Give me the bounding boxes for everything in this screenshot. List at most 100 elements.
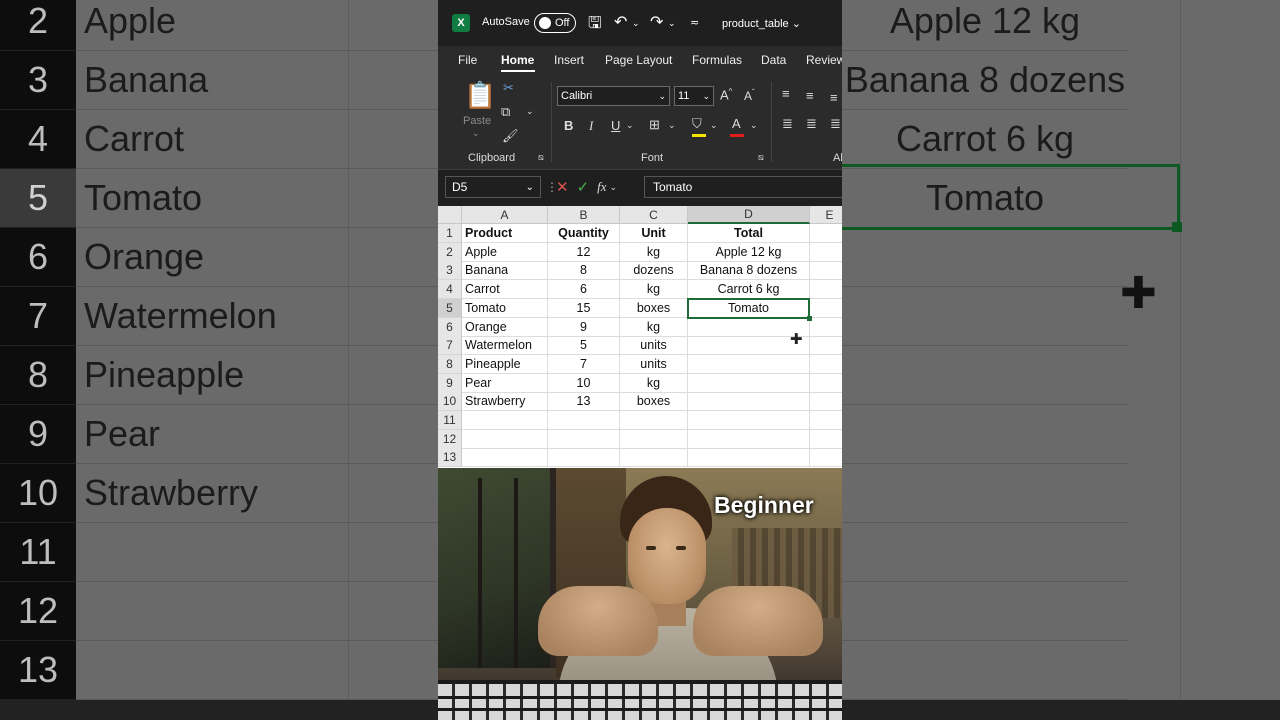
cell-d2[interactable]: Apple 12 kg <box>688 243 810 262</box>
borders-icon[interactable]: ⊞ <box>649 117 660 133</box>
cell-c8[interactable]: units <box>620 355 688 374</box>
cell-c6[interactable]: kg <box>620 318 688 337</box>
cell-a11[interactable] <box>462 411 548 430</box>
cell-b4[interactable]: 6 <box>548 280 620 299</box>
select-all-corner[interactable] <box>438 206 462 224</box>
tab-review[interactable]: Review <box>806 53 842 67</box>
column-header-b[interactable]: B <box>548 206 620 224</box>
row-header-9[interactable]: 9 <box>438 374 462 393</box>
cell-c2[interactable]: kg <box>620 243 688 262</box>
row-header-12[interactable]: 12 <box>438 430 462 449</box>
cell-b8[interactable]: 7 <box>548 355 620 374</box>
cell-b6[interactable]: 9 <box>548 318 620 337</box>
column-header-d[interactable]: D <box>688 206 810 224</box>
fill-handle[interactable] <box>807 316 812 321</box>
cell-d9[interactable] <box>688 374 810 393</box>
cell-c9[interactable]: kg <box>620 374 688 393</box>
row-header-8[interactable]: 8 <box>438 355 462 374</box>
bold-button[interactable]: B <box>564 118 573 133</box>
row-header-5[interactable]: 5 <box>438 299 462 318</box>
copy-icon[interactable]: ⧉ <box>501 104 510 120</box>
cell-a13[interactable] <box>462 448 548 467</box>
cell-e9[interactable] <box>810 374 842 393</box>
align-right-icon[interactable]: ≣ <box>830 116 841 132</box>
cell-a2[interactable]: Apple <box>462 243 548 262</box>
tab-page-layout[interactable]: Page Layout <box>605 53 672 67</box>
cell-d10[interactable] <box>688 392 810 411</box>
formula-input[interactable]: Tomato <box>644 176 842 198</box>
cell-b12[interactable] <box>548 430 620 449</box>
tab-insert[interactable]: Insert <box>554 53 584 67</box>
cell-d4[interactable]: Carrot 6 kg <box>688 280 810 299</box>
row-header-13[interactable]: 13 <box>438 448 462 467</box>
format-painter-icon[interactable]: 🖌 <box>502 128 519 144</box>
cell-b7[interactable]: 5 <box>548 336 620 355</box>
cell-e8[interactable] <box>810 355 842 374</box>
cell-a7[interactable]: Watermelon <box>462 336 548 355</box>
decrease-font-size-icon[interactable]: Aˇ <box>744 88 755 103</box>
italic-button[interactable]: I <box>589 118 593 134</box>
cell-b2[interactable]: 12 <box>548 243 620 262</box>
column-header-c[interactable]: C <box>620 206 688 224</box>
save-icon[interactable]: 🖫 <box>588 12 602 39</box>
cell-e6[interactable] <box>810 318 842 337</box>
undo-icon[interactable]: ↶ <box>614 12 627 32</box>
fill-color-dropdown-icon[interactable]: ⌄ <box>710 120 718 131</box>
cell-a3[interactable]: Banana <box>462 261 548 280</box>
cell-b9[interactable]: 10 <box>548 374 620 393</box>
cell-d12[interactable] <box>688 430 810 449</box>
cell-b1[interactable]: Quantity <box>548 224 620 243</box>
worksheet-grid[interactable]: A B C D E 1 Product Quantity Unit Total 2 Apple 12 kg… <box>438 206 842 468</box>
align-top-icon[interactable]: ≡ <box>782 86 790 101</box>
cell-c4[interactable]: kg <box>620 280 688 299</box>
cell-d3[interactable]: Banana 8 dozens <box>688 261 810 280</box>
cell-a8[interactable]: Pineapple <box>462 355 548 374</box>
undo-dropdown-icon[interactable]: ⌄ <box>632 18 640 29</box>
align-center-icon[interactable]: ≣ <box>806 116 817 132</box>
font-size-select[interactable]: 11 ⌄ <box>674 86 714 106</box>
row-header-7[interactable]: 7 <box>438 336 462 355</box>
column-header-e[interactable]: E <box>810 206 842 224</box>
cell-a10[interactable]: Strawberry <box>462 392 548 411</box>
tab-home[interactable]: Home <box>501 53 534 67</box>
align-middle-icon[interactable]: ≡ <box>806 88 814 103</box>
font-color-button[interactable]: A <box>732 116 741 131</box>
row-header-11[interactable]: 11 <box>438 411 462 430</box>
tab-formulas[interactable]: Formulas <box>692 53 742 67</box>
cell-d13[interactable] <box>688 448 810 467</box>
redo-dropdown-icon[interactable]: ⌄ <box>668 18 676 29</box>
tab-data[interactable]: Data <box>761 53 786 67</box>
cell-e12[interactable] <box>810 430 842 449</box>
chevron-down-icon[interactable]: ⌄ <box>610 182 618 193</box>
cell-b13[interactable] <box>548 448 620 467</box>
paste-icon[interactable]: 📋 <box>464 80 496 111</box>
underline-button[interactable]: U <box>611 118 620 133</box>
cell-b10[interactable]: 13 <box>548 392 620 411</box>
borders-dropdown-icon[interactable]: ⌄ <box>668 120 676 131</box>
cell-c1[interactable]: Unit <box>620 224 688 243</box>
cell-a1[interactable]: Product <box>462 224 548 243</box>
underline-dropdown-icon[interactable]: ⌄ <box>626 120 634 131</box>
customize-toolbar-icon[interactable]: ≂ <box>690 16 699 29</box>
insert-function-button[interactable]: fx <box>597 179 606 195</box>
cancel-icon[interactable]: ✕ <box>556 178 569 196</box>
cell-b3[interactable]: 8 <box>548 261 620 280</box>
cell-c3[interactable]: dozens <box>620 261 688 280</box>
copy-dropdown-icon[interactable]: ⌄ <box>526 106 534 117</box>
paste-dropdown-icon[interactable]: ⌄ <box>472 128 480 139</box>
cut-icon[interactable]: ✂ <box>503 80 514 96</box>
cell-c5[interactable]: boxes <box>620 299 688 318</box>
tab-file[interactable]: File <box>458 53 477 67</box>
paste-label[interactable]: Paste <box>463 115 491 127</box>
cell-a6[interactable]: Orange <box>462 318 548 337</box>
cell-e11[interactable] <box>810 411 842 430</box>
cell-a4[interactable]: Carrot <box>462 280 548 299</box>
redo-icon[interactable]: ↷ <box>650 12 663 32</box>
cell-c13[interactable] <box>620 448 688 467</box>
cell-b11[interactable] <box>548 411 620 430</box>
cell-e1[interactable] <box>810 224 842 243</box>
increase-font-size-icon[interactable]: A^ <box>720 87 732 102</box>
column-header-a[interactable]: A <box>462 206 548 224</box>
align-bottom-icon[interactable]: ≡ <box>830 90 838 105</box>
row-header-4[interactable]: 4 <box>438 280 462 299</box>
